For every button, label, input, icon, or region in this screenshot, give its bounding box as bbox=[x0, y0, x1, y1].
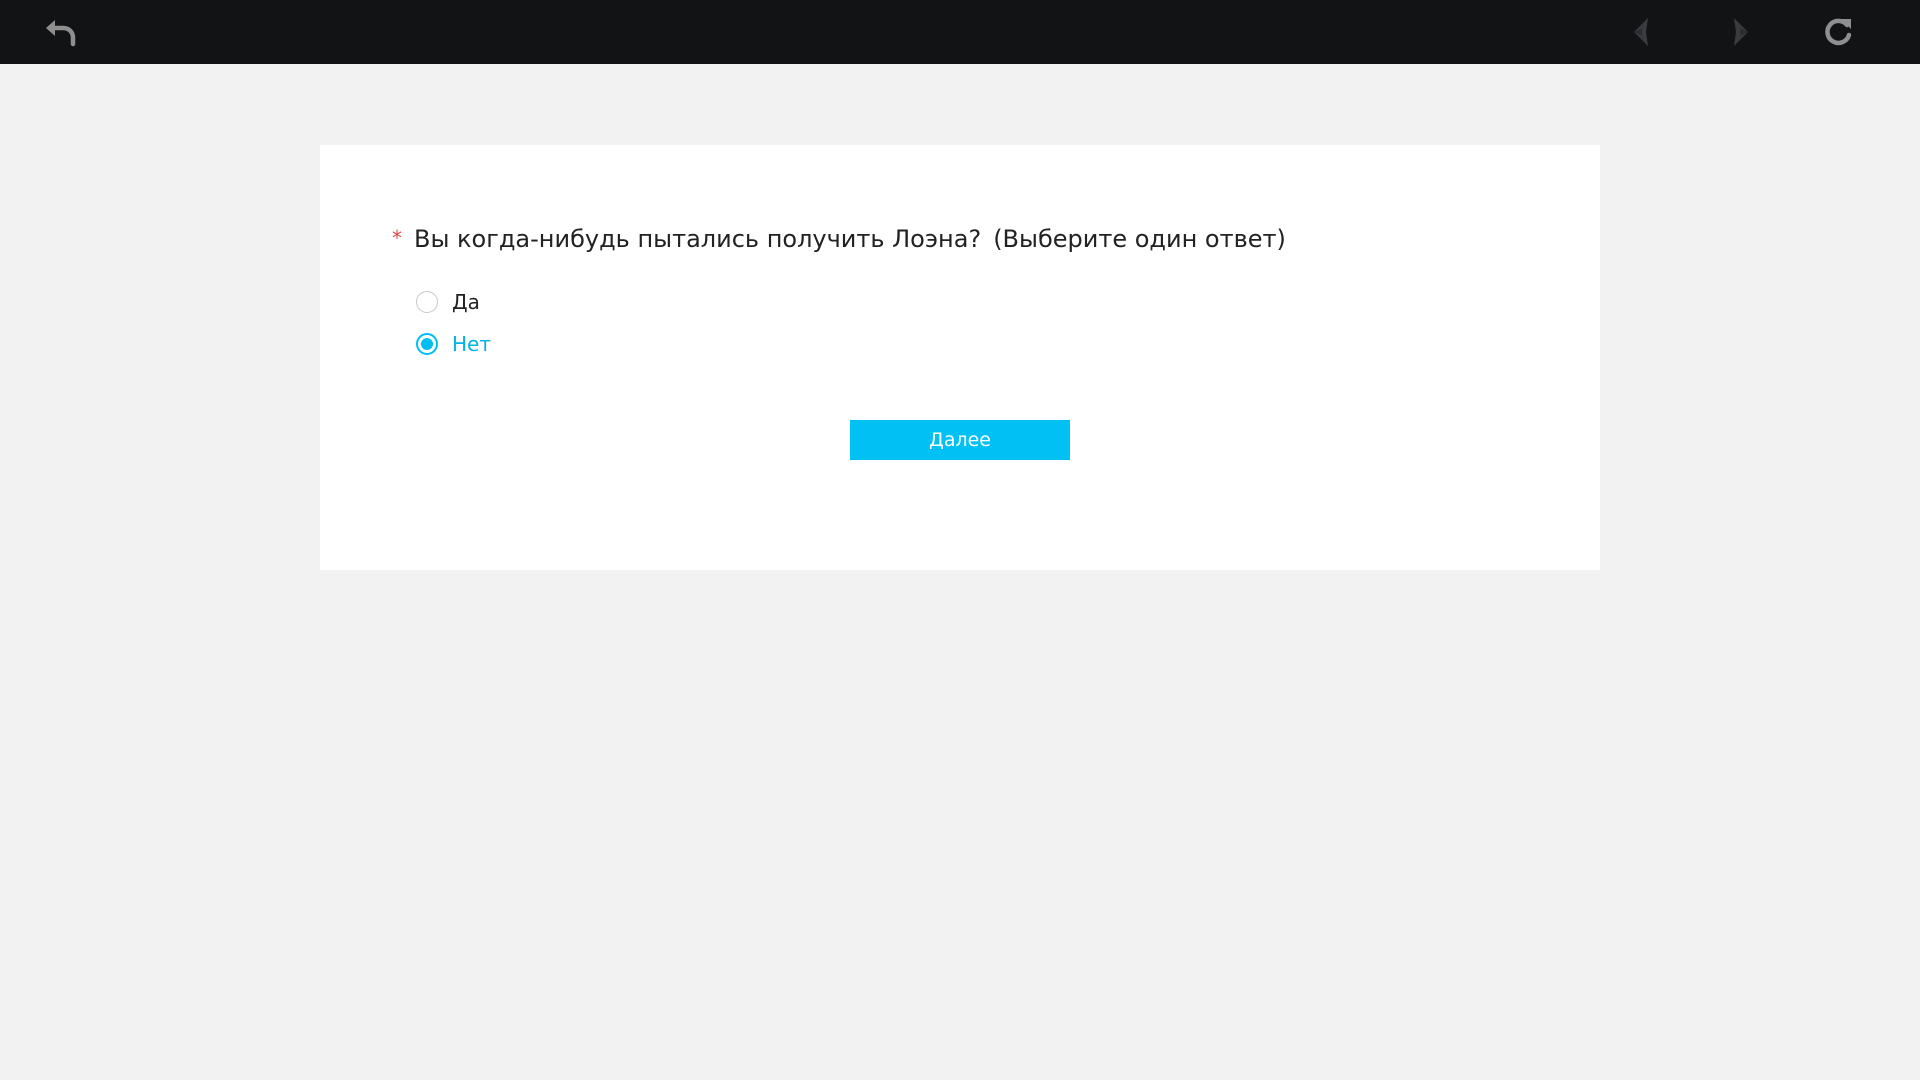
radio-button[interactable] bbox=[416, 333, 438, 355]
radio-button[interactable] bbox=[416, 291, 438, 313]
back-arrow-icon bbox=[46, 20, 76, 47]
chevron-right-icon bbox=[1734, 18, 1748, 46]
next-button[interactable]: Далее bbox=[850, 420, 1070, 460]
required-asterisk: * bbox=[392, 226, 402, 250]
browser-toolbar bbox=[0, 0, 1920, 64]
question-title: * Вы когда-нибудь пытались получить Лоэна… bbox=[392, 225, 1286, 253]
reload-icon bbox=[1825, 18, 1852, 46]
option-yes[interactable]: Да bbox=[416, 287, 480, 317]
next-page-button[interactable] bbox=[1718, 10, 1762, 54]
previous-page-button[interactable] bbox=[1620, 10, 1664, 54]
question-hint: (Выберите один ответ) bbox=[993, 225, 1286, 253]
option-label: Да bbox=[452, 290, 480, 314]
option-no[interactable]: Нет bbox=[416, 329, 491, 359]
chevron-left-icon bbox=[1634, 18, 1648, 46]
survey-card: * Вы когда-нибудь пытались получить Лоэна… bbox=[320, 145, 1600, 570]
option-label: Нет bbox=[452, 332, 491, 356]
question-text: Вы когда-нибудь пытались получить Лоэна? bbox=[414, 225, 982, 253]
reload-button[interactable] bbox=[1816, 10, 1860, 54]
back-button[interactable] bbox=[38, 10, 82, 54]
